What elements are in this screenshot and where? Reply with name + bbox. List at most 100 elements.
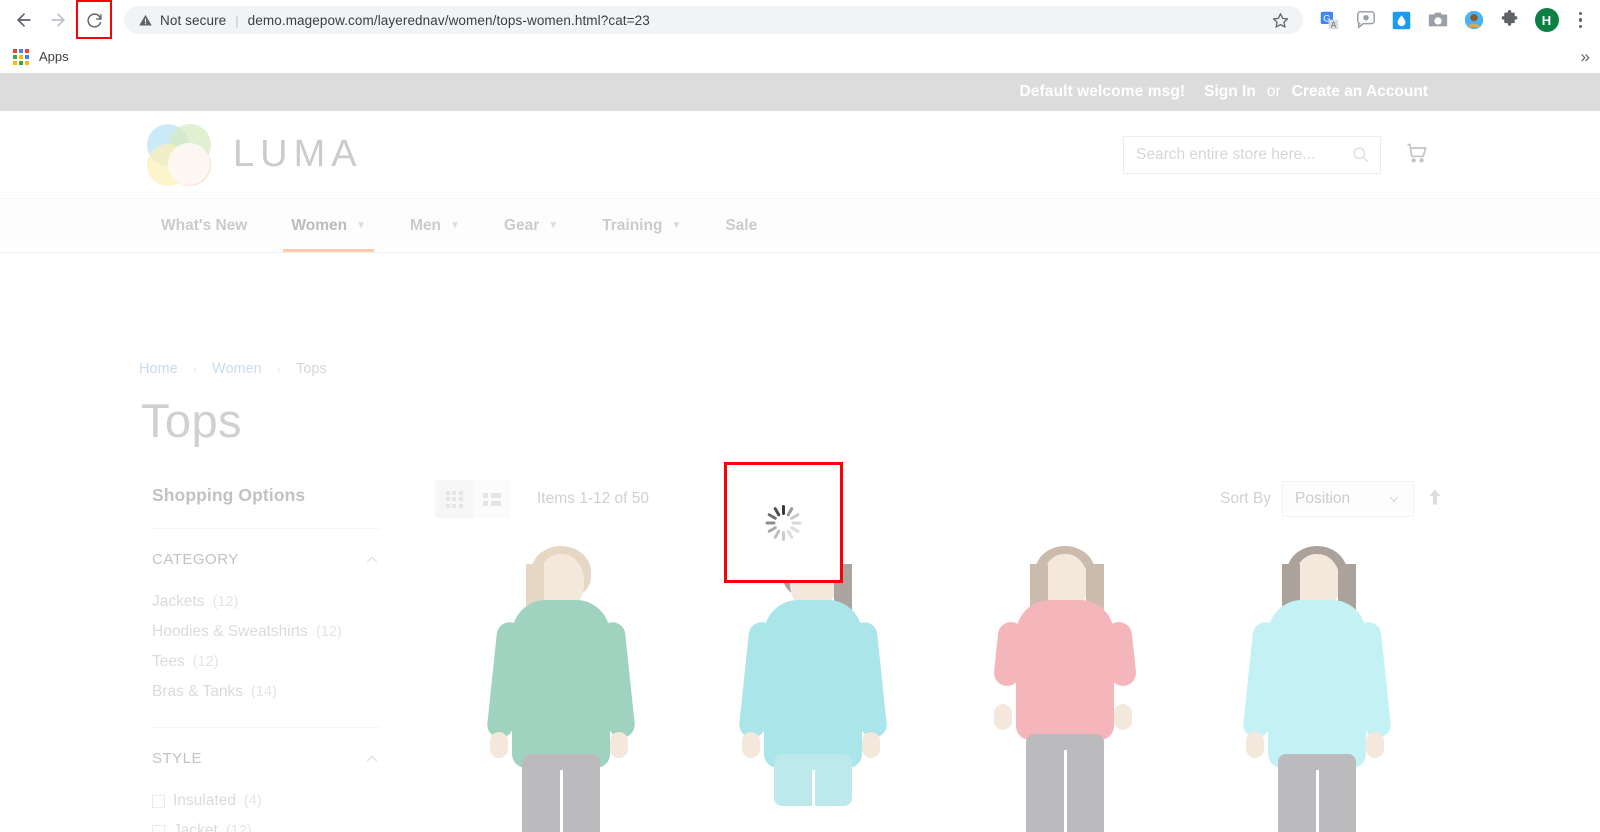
filter-option-jacket[interactable]: Jacket (12) xyxy=(152,816,380,832)
arrow-up-icon xyxy=(1425,487,1445,507)
nav-label: Women xyxy=(291,217,347,235)
product-list-area: Items 1-12 of 50 Sort By Position xyxy=(435,478,1445,832)
nav-item-women[interactable]: Women ▼ xyxy=(269,199,388,252)
apps-bookmark-label[interactable]: Apps xyxy=(39,49,69,64)
url-text: demo.magepow.com/layerednav/women/tops-w… xyxy=(248,13,650,28)
chevron-right-icon: › xyxy=(193,362,197,377)
sidebar-title: Shopping Options xyxy=(152,485,380,529)
sort-by-label: Sort By xyxy=(1220,490,1271,508)
breadcrumb-women[interactable]: Women xyxy=(212,361,262,377)
profile-badge[interactable]: H xyxy=(1535,8,1559,32)
list-view-icon xyxy=(483,493,501,506)
chevron-up-icon xyxy=(364,751,380,767)
product-image[interactable] xyxy=(1191,538,1443,832)
filter-option-label: Bras & Tanks xyxy=(152,683,243,701)
welcome-bar: Default welcome msg! Sign In or Create a… xyxy=(0,73,1600,111)
address-bar[interactable]: Not secure | demo.magepow.com/layerednav… xyxy=(124,6,1303,34)
nav-item-men[interactable]: Men ▼ xyxy=(388,199,482,252)
breadcrumb-current: Tops xyxy=(296,361,327,377)
comment-icon[interactable] xyxy=(1355,9,1377,31)
reload-button[interactable] xyxy=(76,1,112,39)
product-image[interactable] xyxy=(435,538,687,832)
search-icon[interactable] xyxy=(1351,145,1370,164)
filter-style: STYLE Insulated (4) Jacket (12) Lightwei… xyxy=(152,728,380,832)
profile-avatar-icon[interactable] xyxy=(1463,9,1485,31)
nav-item-training[interactable]: Training ▼ xyxy=(580,199,703,252)
checkbox-icon[interactable] xyxy=(152,795,165,808)
chevron-down-icon: ▼ xyxy=(671,220,681,231)
chevron-down-icon xyxy=(1387,492,1401,506)
bookmarks-overflow-icon[interactable]: » xyxy=(1581,48,1590,65)
filter-option-jackets[interactable]: Jackets (12) xyxy=(152,587,380,617)
chevron-down-icon: ▼ xyxy=(548,220,558,231)
filter-option-label: Tees xyxy=(152,653,185,671)
nav-item-gear[interactable]: Gear ▼ xyxy=(482,199,580,252)
nav-item-sale[interactable]: Sale xyxy=(703,199,779,252)
bookmark-star-icon[interactable] xyxy=(1272,12,1289,29)
product-photo-illustration xyxy=(728,548,898,832)
filter-option-count: (12) xyxy=(213,594,239,610)
page-dimmed-content: Default welcome msg! Sign In or Create a… xyxy=(0,73,1600,253)
browser-chrome: Not secure | demo.magepow.com/layerednav… xyxy=(0,0,1600,73)
filter-option-insulated[interactable]: Insulated (4) xyxy=(152,786,380,816)
product-image[interactable] xyxy=(939,538,1191,832)
filter-title: STYLE xyxy=(152,750,202,767)
water-drop-icon[interactable] xyxy=(1391,9,1413,31)
filter-option-label: Hoodies & Sweatshirts xyxy=(152,623,308,641)
nav-label: Sale xyxy=(725,217,757,235)
filter-option-count: (12) xyxy=(226,823,252,832)
main-navigation: What's New Women ▼ Men ▼ Gear ▼ Training… xyxy=(0,198,1600,253)
nav-label: Gear xyxy=(504,217,539,235)
list-view-button[interactable] xyxy=(473,480,511,518)
item-count-label: Items 1-12 of 50 xyxy=(537,490,649,508)
arrow-left-icon xyxy=(14,10,34,30)
site-header: LUMA xyxy=(0,111,1600,198)
luma-logo[interactable]: LUMA xyxy=(145,124,363,186)
puzzle-extensions-icon[interactable] xyxy=(1499,9,1521,31)
filter-option-hoodies-sweatshirts[interactable]: Hoodies & Sweatshirts (12) xyxy=(152,617,380,647)
sort-by-value: Position xyxy=(1295,490,1350,508)
forward-button[interactable] xyxy=(42,4,74,36)
apps-grid-icon xyxy=(13,49,29,65)
filter-option-tees[interactable]: Tees (12) xyxy=(152,647,380,677)
filter-option-label: Jackets xyxy=(152,593,205,611)
translate-icon[interactable]: G A xyxy=(1319,9,1341,31)
sign-in-link[interactable]: Sign In xyxy=(1204,83,1256,101)
luma-logo-mark xyxy=(145,124,213,186)
product-card[interactable]: Miko Pullover Hoodie ★★★★★ ★★★★★ 3 Revie… xyxy=(1191,538,1443,832)
filter-option-count: (12) xyxy=(316,624,342,640)
search-box[interactable] xyxy=(1123,136,1381,174)
nav-label: What's New xyxy=(161,217,247,235)
nav-item-whats-new[interactable]: What's New xyxy=(139,199,269,252)
filter-title: CATEGORY xyxy=(152,551,239,568)
arrow-right-icon xyxy=(48,10,68,30)
filter-category: CATEGORY Jackets (12) Hoodies & Sweatshi… xyxy=(152,529,380,728)
filter-style-header[interactable]: STYLE xyxy=(152,750,380,786)
loading-spinner-icon xyxy=(765,504,803,542)
create-account-link[interactable]: Create an Account xyxy=(1292,83,1428,101)
filter-category-header[interactable]: CATEGORY xyxy=(152,551,380,587)
welcome-message: Default welcome msg! xyxy=(1020,83,1186,101)
browser-toolbar: Not secure | demo.magepow.com/layerednav… xyxy=(0,0,1600,40)
breadcrumb: Home › Women › Tops xyxy=(139,361,327,377)
product-card[interactable]: Mona Pullover Hoodlie ★★★★★ ★★★★★ 3 Revi… xyxy=(435,538,687,832)
product-card[interactable]: Autumn Pullie ★★★★★ ★★★★★ 3 Reviews xyxy=(939,538,1191,832)
grid-view-button[interactable] xyxy=(435,480,473,518)
sort-direction-button[interactable] xyxy=(1425,487,1445,512)
nav-label: Men xyxy=(410,217,441,235)
grid-view-icon xyxy=(446,491,463,508)
chevron-right-icon: › xyxy=(277,362,281,377)
search-input[interactable] xyxy=(1136,146,1351,164)
omnibox-divider: | xyxy=(235,13,238,28)
back-button[interactable] xyxy=(8,4,40,36)
sort-by-select[interactable]: Position xyxy=(1282,481,1414,517)
camera-icon[interactable] xyxy=(1427,9,1449,31)
filter-option-bras-tanks[interactable]: Bras & Tanks (14) xyxy=(152,677,380,707)
filter-option-label: Insulated xyxy=(173,792,236,810)
chrome-menu-icon[interactable] xyxy=(1573,12,1589,29)
filter-option-count: (14) xyxy=(251,684,277,700)
checkbox-icon[interactable] xyxy=(152,825,165,832)
breadcrumb-home[interactable]: Home xyxy=(139,361,178,377)
chevron-down-icon: ▼ xyxy=(356,220,366,231)
cart-icon[interactable] xyxy=(1403,139,1430,171)
